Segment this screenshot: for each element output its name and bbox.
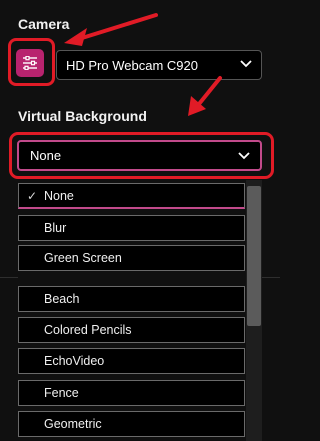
option-none[interactable]: ✓ None bbox=[18, 183, 245, 209]
option-beach[interactable]: Beach bbox=[18, 286, 245, 312]
camera-select-value: HD Pro Webcam C920 bbox=[66, 57, 198, 73]
option-green-screen[interactable]: Green Screen bbox=[18, 245, 245, 271]
camera-title: Camera bbox=[18, 16, 70, 32]
check-icon: ✓ bbox=[27, 188, 38, 203]
annotation-highlight-settings bbox=[8, 38, 55, 86]
chevron-down-icon bbox=[240, 60, 252, 68]
virtual-background-title: Virtual Background bbox=[18, 108, 147, 124]
option-fence[interactable]: Fence bbox=[18, 380, 245, 406]
option-geometric[interactable]: Geometric bbox=[18, 411, 245, 437]
annotation-arrow bbox=[64, 13, 158, 46]
divider bbox=[262, 277, 280, 278]
option-colored-pencils[interactable]: Colored Pencils bbox=[18, 317, 245, 343]
virtual-background-options-list: ✓ None Blur Green Screen Beach Colored P… bbox=[18, 180, 261, 441]
divider bbox=[0, 277, 18, 278]
annotation-arrow bbox=[188, 76, 222, 116]
scrollbar-thumb[interactable] bbox=[247, 186, 261, 326]
annotation-highlight-background-select bbox=[9, 132, 274, 179]
camera-select[interactable]: HD Pro Webcam C920 bbox=[56, 50, 262, 80]
option-echovideo[interactable]: EchoVideo bbox=[18, 348, 245, 374]
option-blur[interactable]: Blur bbox=[18, 215, 245, 241]
